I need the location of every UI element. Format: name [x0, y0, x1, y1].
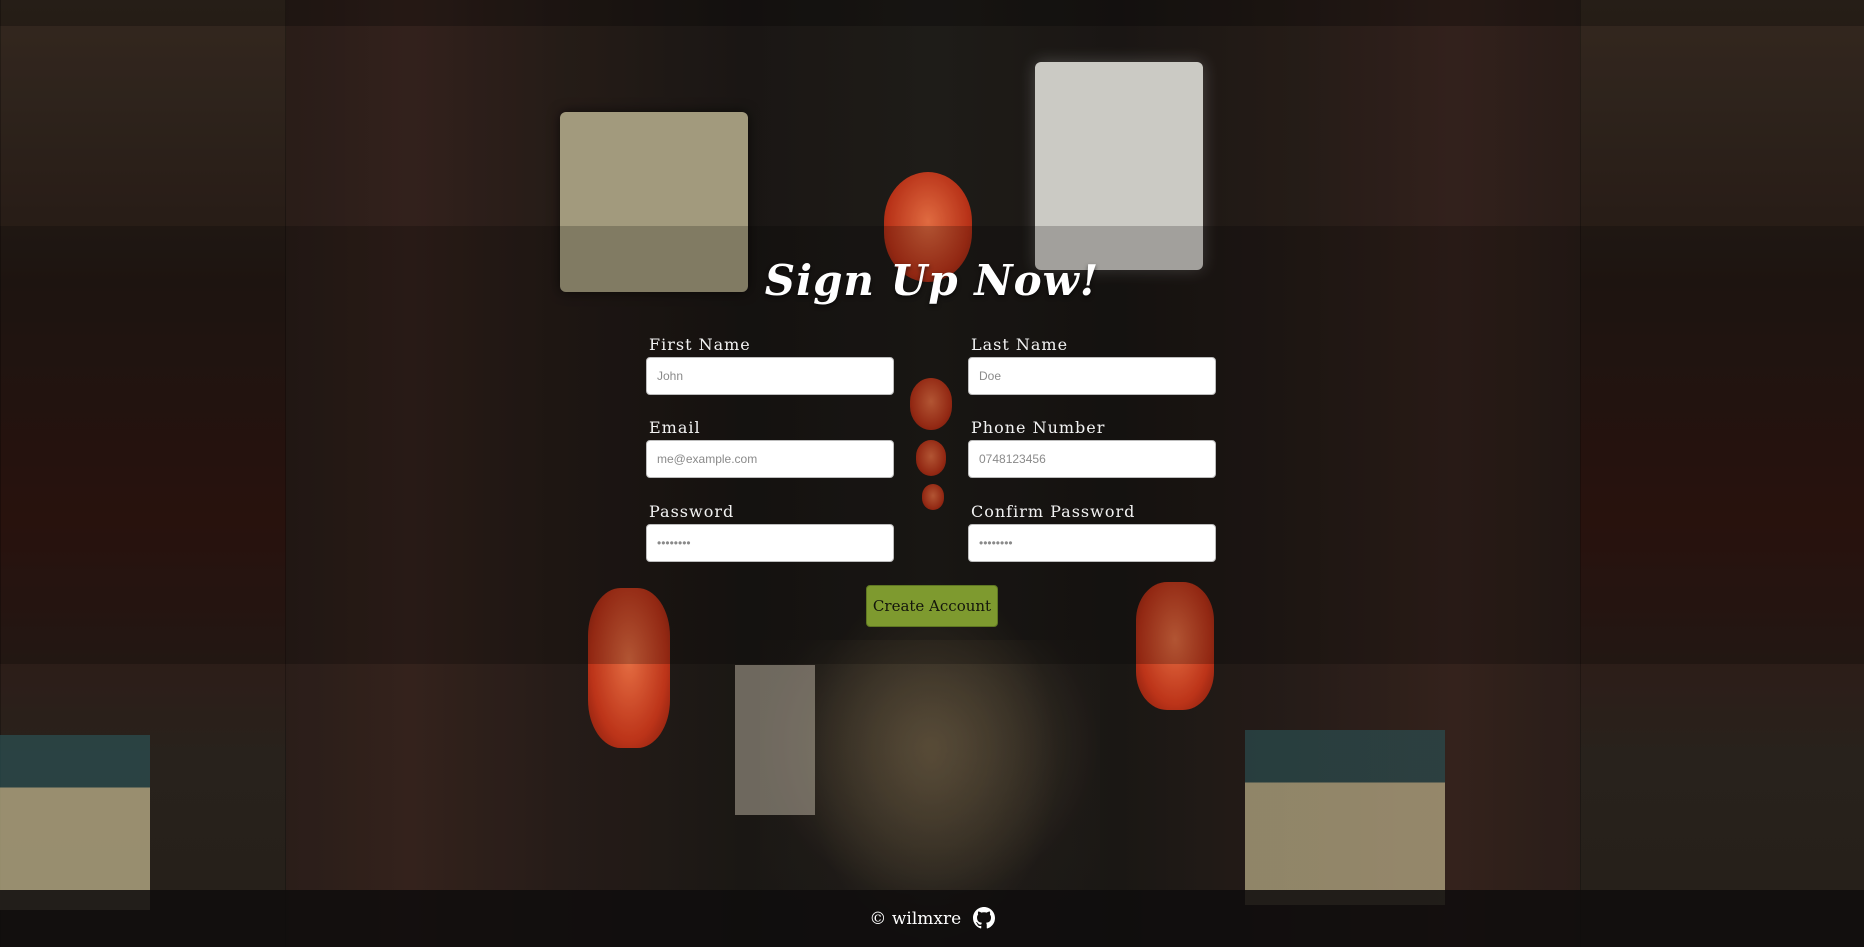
header-section	[0, 26, 1864, 226]
first-name-group: First Name	[646, 334, 894, 395]
last-name-label: Last Name	[971, 335, 1069, 354]
first-name-label: First Name	[649, 335, 751, 354]
phone-group: Phone Number	[968, 417, 1216, 478]
email-label: Email	[649, 418, 701, 437]
page: Sign Up Now! First Name Last Name Email …	[0, 0, 1864, 947]
page-title: Sign Up Now!	[764, 256, 1100, 305]
email-input[interactable]	[646, 440, 894, 478]
lower-section	[0, 664, 1864, 890]
footer-copyright: © wilmxre	[869, 909, 962, 929]
confirm-password-input[interactable]	[968, 524, 1216, 562]
top-bar	[0, 0, 1864, 26]
phone-number-label: Phone Number	[971, 418, 1106, 437]
password-label: Password	[649, 502, 735, 521]
github-icon[interactable]	[972, 906, 995, 929]
confirm-password-label: Confirm Password	[971, 502, 1136, 521]
last-name-input[interactable]	[968, 357, 1216, 395]
password-group: Password	[646, 501, 894, 562]
footer: © wilmxre	[0, 906, 1864, 932]
phone-number-input[interactable]	[968, 440, 1216, 478]
first-name-input[interactable]	[646, 357, 894, 395]
password-input[interactable]	[646, 524, 894, 562]
confirm-password-group: Confirm Password	[968, 501, 1216, 562]
create-account-button[interactable]: Create Account	[866, 585, 998, 627]
last-name-group: Last Name	[968, 334, 1216, 395]
email-group: Email	[646, 417, 894, 478]
